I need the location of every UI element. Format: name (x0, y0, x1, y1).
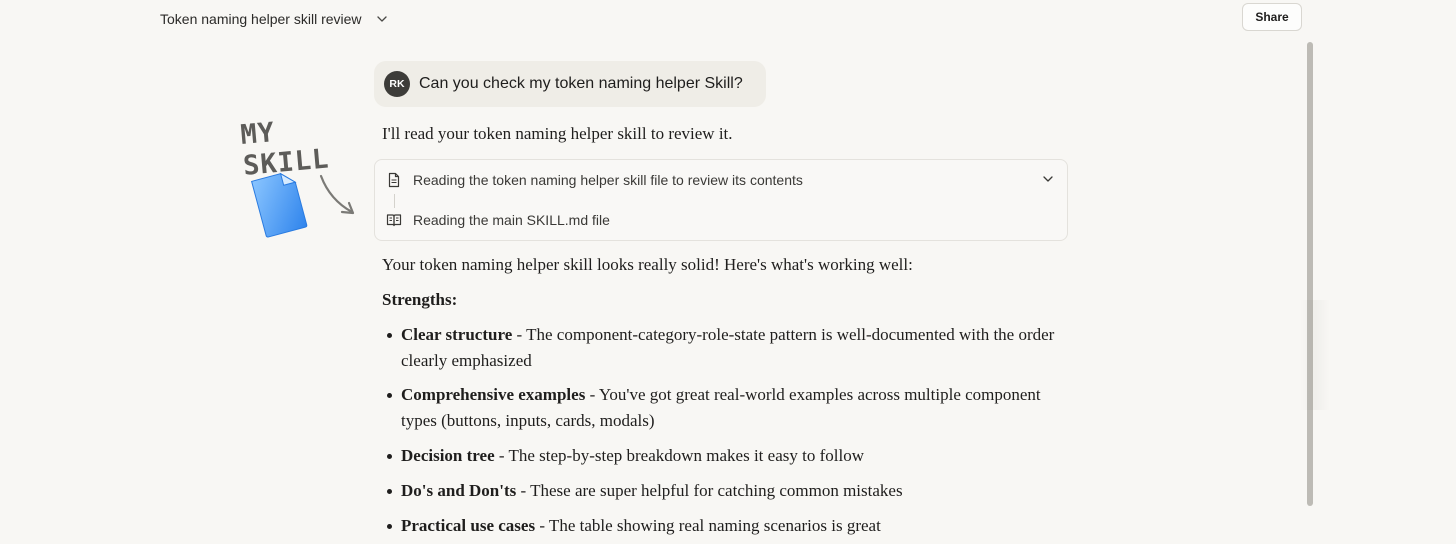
list-item: Comprehensive examples - You've got grea… (382, 382, 1062, 443)
conversation-title: Token naming helper skill review (160, 11, 362, 27)
strength-description: - These are super helpful for catching c… (516, 481, 903, 500)
tool-step: Reading the main SKILL.md file (375, 208, 1067, 232)
list-item: Clear structure - The component-category… (382, 322, 1062, 382)
list-item: Practical use cases - The table showing … (382, 513, 1062, 539)
tool-activity-card[interactable]: Reading the token naming helper skill fi… (374, 159, 1068, 241)
annotation-label: MY SKILL (239, 117, 331, 182)
assistant-intro: I'll read your token naming helper skill… (382, 124, 733, 143)
step-connector (394, 194, 395, 208)
document-icon (248, 164, 318, 245)
top-bar: Token naming helper skill review Share (0, 0, 1456, 40)
list-item: Do's and Don'ts - These are super helpfu… (382, 478, 1062, 513)
conversation-title-dropdown[interactable]: Token naming helper skill review (160, 8, 388, 30)
list-item: Decision tree - The step-by-step breakdo… (382, 443, 1062, 478)
strengths-list: Clear structure - The component-category… (382, 322, 1062, 539)
tool-step-text: Reading the main SKILL.md file (413, 212, 610, 228)
assistant-summary: Your token naming helper skill looks rea… (382, 255, 913, 274)
strength-title: Practical use cases (401, 516, 536, 535)
user-message-text: Can you check my token naming helper Ski… (419, 75, 743, 92)
strength-description: - The table showing real naming scenario… (535, 516, 881, 535)
strength-description: - The step-by-step breakdown makes it ea… (494, 446, 864, 465)
arrow-icon (316, 172, 360, 223)
strength-title: Comprehensive examples (401, 385, 586, 404)
strength-title: Do's and Don'ts (401, 481, 517, 500)
avatar: RK (384, 71, 410, 97)
user-message: RK Can you check my token naming helper … (374, 61, 766, 107)
tool-step-text: Reading the token naming helper skill fi… (413, 172, 803, 188)
chevron-down-icon[interactable] (1041, 172, 1055, 186)
strength-title: Clear structure (401, 325, 513, 344)
strengths-heading: Strengths: (382, 290, 458, 309)
chevron-down-icon (376, 13, 388, 25)
tool-step: Reading the token naming helper skill fi… (375, 168, 1067, 192)
share-button[interactable]: Share (1242, 3, 1302, 31)
edge-shadow (1300, 300, 1330, 410)
document-icon (386, 172, 402, 188)
scrollbar[interactable] (1307, 42, 1313, 506)
book-icon (386, 212, 402, 228)
strength-title: Decision tree (401, 446, 495, 465)
